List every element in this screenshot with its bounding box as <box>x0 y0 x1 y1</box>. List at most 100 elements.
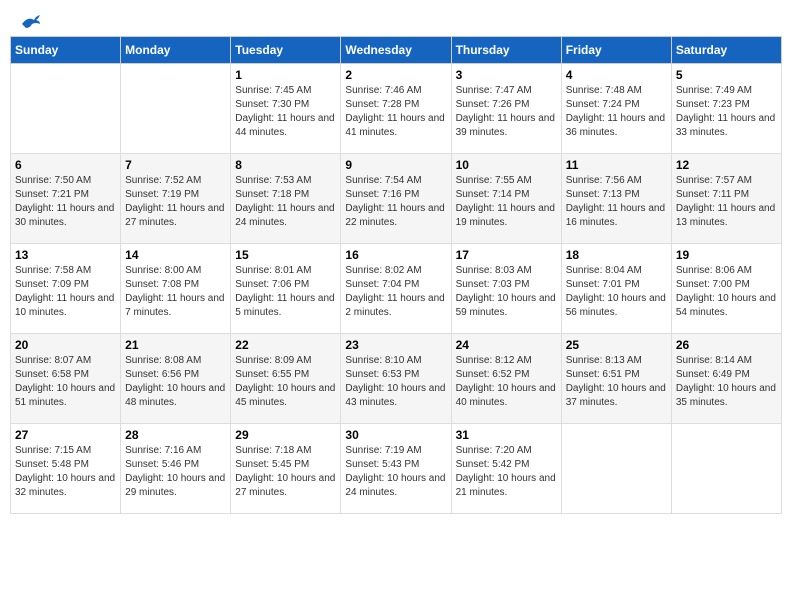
calendar-cell: 14 Sunrise: 8:00 AM Sunset: 7:08 PM Dayli… <box>121 244 231 334</box>
calendar-cell: 23 Sunrise: 8:10 AM Sunset: 6:53 PM Dayli… <box>341 334 451 424</box>
day-detail: Sunrise: 7:18 AM Sunset: 5:45 PM Dayligh… <box>235 444 336 500</box>
header-friday: Friday <box>561 37 671 64</box>
day-number: 18 <box>566 248 667 262</box>
calendar-cell: 31 Sunrise: 7:20 AM Sunset: 5:42 PM Dayli… <box>451 424 561 514</box>
day-detail: Sunrise: 7:49 AM Sunset: 7:23 PM Dayligh… <box>676 84 777 140</box>
calendar-header-row: SundayMondayTuesdayWednesdayThursdayFrid… <box>11 37 782 64</box>
calendar-cell <box>121 64 231 154</box>
calendar-week-1: 1 Sunrise: 7:45 AM Sunset: 7:30 PM Daylig… <box>11 64 782 154</box>
day-detail: Sunrise: 7:46 AM Sunset: 7:28 PM Dayligh… <box>345 84 446 140</box>
calendar-cell: 28 Sunrise: 7:16 AM Sunset: 5:46 PM Dayli… <box>121 424 231 514</box>
calendar-cell: 27Sunrise: 7:15 AM Sunset: 5:48 PM Dayli… <box>11 424 121 514</box>
day-detail: Sunrise: 8:06 AM Sunset: 7:00 PM Dayligh… <box>676 264 777 320</box>
calendar-cell: 10 Sunrise: 7:55 AM Sunset: 7:14 PM Dayli… <box>451 154 561 244</box>
calendar-cell <box>11 64 121 154</box>
day-number: 5 <box>676 68 777 82</box>
header-thursday: Thursday <box>451 37 561 64</box>
day-detail: Sunrise: 7:16 AM Sunset: 5:46 PM Dayligh… <box>125 444 226 500</box>
day-detail: Sunrise: 8:03 AM Sunset: 7:03 PM Dayligh… <box>456 264 557 320</box>
day-number: 28 <box>125 428 226 442</box>
day-number: 17 <box>456 248 557 262</box>
calendar-table: SundayMondayTuesdayWednesdayThursdayFrid… <box>10 36 782 514</box>
day-number: 1 <box>235 68 336 82</box>
day-number: 25 <box>566 338 667 352</box>
calendar-cell: 2Sunrise: 7:46 AM Sunset: 7:28 PM Daylig… <box>341 64 451 154</box>
calendar-cell: 24Sunrise: 8:12 AM Sunset: 6:52 PM Dayli… <box>451 334 561 424</box>
day-number: 6 <box>15 158 116 172</box>
calendar-cell: 13Sunrise: 7:58 AM Sunset: 7:09 PM Dayli… <box>11 244 121 334</box>
calendar-cell: 1 Sunrise: 7:45 AM Sunset: 7:30 PM Daylig… <box>231 64 341 154</box>
day-detail: Sunrise: 7:20 AM Sunset: 5:42 PM Dayligh… <box>456 444 557 500</box>
calendar-cell: 25 Sunrise: 8:13 AM Sunset: 6:51 PM Dayli… <box>561 334 671 424</box>
day-detail: Sunrise: 7:19 AM Sunset: 5:43 PM Dayligh… <box>345 444 446 500</box>
calendar-cell: 20Sunrise: 8:07 AM Sunset: 6:58 PM Dayli… <box>11 334 121 424</box>
header-tuesday: Tuesday <box>231 37 341 64</box>
day-detail: Sunrise: 8:09 AM Sunset: 6:55 PM Dayligh… <box>235 354 336 410</box>
day-number: 21 <box>125 338 226 352</box>
logo-bird-icon <box>20 14 42 30</box>
header-monday: Monday <box>121 37 231 64</box>
day-number: 26 <box>676 338 777 352</box>
day-detail: Sunrise: 7:53 AM Sunset: 7:18 PM Dayligh… <box>235 174 336 230</box>
day-number: 8 <box>235 158 336 172</box>
day-number: 23 <box>345 338 446 352</box>
day-detail: Sunrise: 7:58 AM Sunset: 7:09 PM Dayligh… <box>15 264 116 320</box>
day-detail: Sunrise: 8:12 AM Sunset: 6:52 PM Dayligh… <box>456 354 557 410</box>
day-number: 16 <box>345 248 446 262</box>
calendar-cell: 5 Sunrise: 7:49 AM Sunset: 7:23 PM Daylig… <box>671 64 781 154</box>
calendar-cell: 29 Sunrise: 7:18 AM Sunset: 5:45 PM Dayli… <box>231 424 341 514</box>
day-number: 19 <box>676 248 777 262</box>
day-detail: Sunrise: 8:00 AM Sunset: 7:08 PM Dayligh… <box>125 264 226 320</box>
day-detail: Sunrise: 7:55 AM Sunset: 7:14 PM Dayligh… <box>456 174 557 230</box>
calendar-cell: 17 Sunrise: 8:03 AM Sunset: 7:03 PM Dayli… <box>451 244 561 334</box>
calendar-cell: 4 Sunrise: 7:48 AM Sunset: 7:24 PM Daylig… <box>561 64 671 154</box>
day-detail: Sunrise: 7:54 AM Sunset: 7:16 PM Dayligh… <box>345 174 446 230</box>
day-detail: Sunrise: 8:13 AM Sunset: 6:51 PM Dayligh… <box>566 354 667 410</box>
day-number: 7 <box>125 158 226 172</box>
day-number: 22 <box>235 338 336 352</box>
calendar-cell: 9 Sunrise: 7:54 AM Sunset: 7:16 PM Daylig… <box>341 154 451 244</box>
day-detail: Sunrise: 7:45 AM Sunset: 7:30 PM Dayligh… <box>235 84 336 140</box>
header-sunday: Sunday <box>11 37 121 64</box>
day-detail: Sunrise: 8:01 AM Sunset: 7:06 PM Dayligh… <box>235 264 336 320</box>
calendar-cell: 30 Sunrise: 7:19 AM Sunset: 5:43 PM Dayli… <box>341 424 451 514</box>
calendar-cell: 16 Sunrise: 8:02 AM Sunset: 7:04 PM Dayli… <box>341 244 451 334</box>
day-number: 20 <box>15 338 116 352</box>
day-detail: Sunrise: 7:52 AM Sunset: 7:19 PM Dayligh… <box>125 174 226 230</box>
calendar-week-2: 6 Sunrise: 7:50 AM Sunset: 7:21 PM Daylig… <box>11 154 782 244</box>
day-number: 15 <box>235 248 336 262</box>
header-wednesday: Wednesday <box>341 37 451 64</box>
day-number: 9 <box>345 158 446 172</box>
day-number: 10 <box>456 158 557 172</box>
day-number: 14 <box>125 248 226 262</box>
day-detail: Sunrise: 7:50 AM Sunset: 7:21 PM Dayligh… <box>15 174 116 230</box>
logo <box>16 14 42 26</box>
calendar-week-5: 27Sunrise: 7:15 AM Sunset: 5:48 PM Dayli… <box>11 424 782 514</box>
calendar-cell: 3Sunrise: 7:47 AM Sunset: 7:26 PM Daylig… <box>451 64 561 154</box>
calendar-week-3: 13Sunrise: 7:58 AM Sunset: 7:09 PM Dayli… <box>11 244 782 334</box>
day-number: 31 <box>456 428 557 442</box>
page-header <box>10 10 782 30</box>
calendar-cell: 26 Sunrise: 8:14 AM Sunset: 6:49 PM Dayli… <box>671 334 781 424</box>
header-saturday: Saturday <box>671 37 781 64</box>
calendar-cell: 12 Sunrise: 7:57 AM Sunset: 7:11 PM Dayli… <box>671 154 781 244</box>
day-detail: Sunrise: 7:57 AM Sunset: 7:11 PM Dayligh… <box>676 174 777 230</box>
day-number: 12 <box>676 158 777 172</box>
day-number: 29 <box>235 428 336 442</box>
day-detail: Sunrise: 8:02 AM Sunset: 7:04 PM Dayligh… <box>345 264 446 320</box>
calendar-cell: 6 Sunrise: 7:50 AM Sunset: 7:21 PM Daylig… <box>11 154 121 244</box>
day-number: 4 <box>566 68 667 82</box>
calendar-cell: 7 Sunrise: 7:52 AM Sunset: 7:19 PM Daylig… <box>121 154 231 244</box>
calendar-week-4: 20Sunrise: 8:07 AM Sunset: 6:58 PM Dayli… <box>11 334 782 424</box>
calendar-cell: 18Sunrise: 8:04 AM Sunset: 7:01 PM Dayli… <box>561 244 671 334</box>
calendar-cell: 21Sunrise: 8:08 AM Sunset: 6:56 PM Dayli… <box>121 334 231 424</box>
calendar-cell <box>671 424 781 514</box>
day-detail: Sunrise: 8:10 AM Sunset: 6:53 PM Dayligh… <box>345 354 446 410</box>
day-number: 3 <box>456 68 557 82</box>
day-detail: Sunrise: 8:14 AM Sunset: 6:49 PM Dayligh… <box>676 354 777 410</box>
day-detail: Sunrise: 7:48 AM Sunset: 7:24 PM Dayligh… <box>566 84 667 140</box>
calendar-cell: 19 Sunrise: 8:06 AM Sunset: 7:00 PM Dayli… <box>671 244 781 334</box>
day-detail: Sunrise: 7:56 AM Sunset: 7:13 PM Dayligh… <box>566 174 667 230</box>
calendar-cell: 22 Sunrise: 8:09 AM Sunset: 6:55 PM Dayli… <box>231 334 341 424</box>
day-number: 30 <box>345 428 446 442</box>
